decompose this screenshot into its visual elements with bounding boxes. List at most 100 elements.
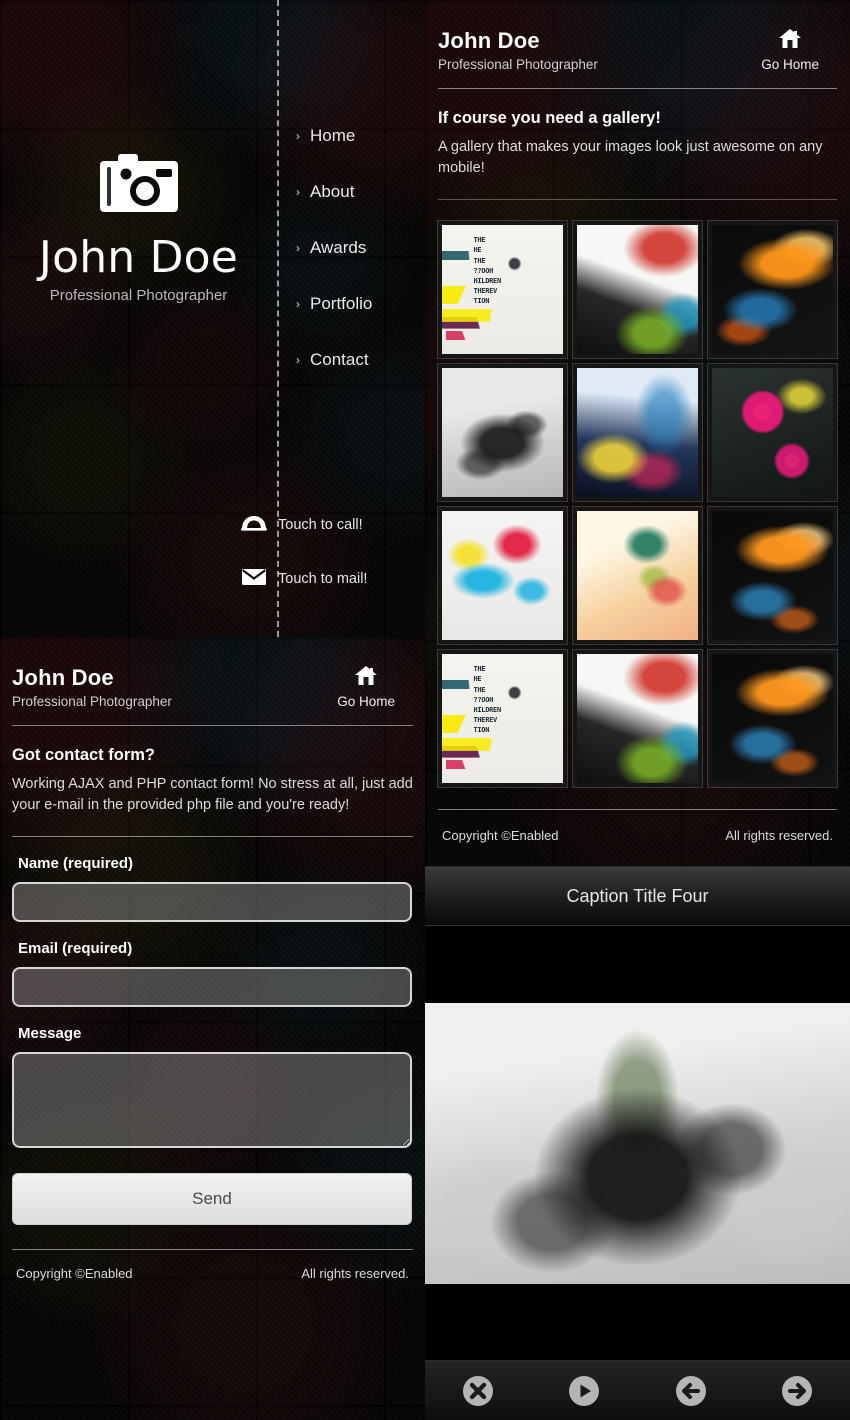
lightbox-image-content — [425, 1003, 850, 1284]
header-divider — [12, 725, 413, 726]
thumbnail-image — [712, 368, 833, 498]
gallery-panel-identity: John Doe Professional Photographer — [438, 28, 598, 72]
send-button[interactable]: Send — [12, 1173, 412, 1226]
gallery-thumbnail[interactable] — [707, 220, 838, 360]
sidebar-item-about[interactable]: › About — [296, 164, 425, 220]
rights-text: All rights reserved. — [301, 1266, 409, 1282]
rights-text: All rights reserved. — [725, 828, 833, 844]
page-title: John Doe — [12, 665, 114, 690]
mail-icon — [230, 568, 278, 591]
contact-section-title: Got contact form? — [12, 746, 155, 764]
nav-item-label: About — [310, 182, 355, 201]
previous-button[interactable] — [674, 1374, 708, 1408]
message-field-label: Message — [18, 1025, 82, 1043]
chevron-right-icon: › — [296, 129, 300, 143]
gallery-thumbnail[interactable] — [707, 649, 838, 789]
gallery-thumbnail[interactable] — [707, 363, 838, 503]
contact-section-body: Working AJAX and PHP contact form! No st… — [12, 776, 413, 814]
arrow-right-icon — [781, 1375, 812, 1406]
email-input[interactable] — [12, 967, 412, 1008]
gallery-panel-header: John Doe Professional Photographer Go Ho… — [438, 0, 837, 72]
right-column: John Doe Professional Photographer Go Ho… — [425, 0, 850, 1420]
thumbnail-image — [442, 654, 563, 784]
home-icon — [354, 666, 378, 691]
gallery-section-body: A gallery that makes your images look ju… — [438, 139, 823, 177]
camera-icon — [0, 152, 277, 219]
message-textarea[interactable] — [12, 1052, 412, 1149]
play-button[interactable] — [567, 1374, 601, 1408]
chevron-right-icon: › — [296, 241, 300, 255]
home-icon — [778, 29, 802, 54]
touch-to-mail-row[interactable]: Touch to mail! — [230, 552, 367, 606]
thumbnail-image — [712, 511, 833, 641]
thumbnail-image — [712, 225, 833, 355]
gallery-thumbnail[interactable] — [707, 506, 838, 646]
header-divider — [438, 88, 837, 89]
touch-actions: Touch to call! Touch to mail! — [230, 498, 367, 606]
lightbox-controls — [425, 1360, 850, 1420]
touch-to-mail-label: Touch to mail! — [278, 571, 368, 587]
lightbox-gap — [425, 1290, 850, 1360]
main-navigation: › Home › About › Awards › Portfolio › Co… — [296, 108, 425, 388]
hero-panel: John Doe Professional Photographer › Hom… — [0, 0, 425, 637]
nav-item-label: Contact — [310, 350, 369, 369]
next-button[interactable] — [780, 1374, 814, 1408]
sidebar-item-portfolio[interactable]: › Portfolio — [296, 276, 425, 332]
name-input[interactable] — [12, 882, 412, 923]
thumbnail-image — [577, 511, 698, 641]
lightbox-image[interactable] — [425, 997, 850, 1290]
thumbnail-image — [442, 225, 563, 355]
contact-panel-identity: John Doe Professional Photographer — [12, 665, 172, 709]
sidebar-item-contact[interactable]: › Contact — [296, 332, 425, 388]
gallery-thumbnail[interactable] — [437, 363, 568, 503]
section-divider — [438, 199, 837, 201]
go-home-button[interactable]: Go Home — [761, 28, 837, 72]
play-icon — [569, 1375, 600, 1406]
thumbnail-image — [442, 511, 563, 641]
go-home-label: Go Home — [337, 694, 395, 709]
thumbnail-grid — [437, 220, 838, 789]
close-icon — [463, 1375, 494, 1406]
name-field-label: Name (required) — [18, 855, 134, 873]
send-button-label: Send — [192, 1189, 232, 1209]
nav-item-label: Awards — [310, 238, 367, 257]
lightbox-spacer — [425, 926, 850, 997]
contact-panel-header: John Doe Professional Photographer Go Ho… — [12, 637, 413, 709]
gallery-thumbnail[interactable] — [572, 220, 703, 360]
gallery-thumbnail[interactable] — [572, 363, 703, 503]
footer-divider — [12, 1249, 413, 1251]
touch-to-call-row[interactable]: Touch to call! — [230, 498, 367, 552]
gallery-thumbnail[interactable] — [437, 220, 568, 360]
thumbnail-image — [442, 368, 563, 498]
chevron-right-icon: › — [296, 297, 300, 311]
contact-panel: John Doe Professional Photographer Go Ho… — [0, 637, 425, 1420]
chevron-right-icon: › — [296, 185, 300, 199]
nav-item-label: Home — [310, 126, 356, 145]
lightbox-caption-text: Caption Title Four — [566, 885, 709, 906]
page-title: John Doe — [438, 28, 540, 53]
arrow-left-icon — [675, 1375, 706, 1406]
page-root: John Doe Professional Photographer › Hom… — [0, 0, 850, 1420]
close-button[interactable] — [461, 1374, 495, 1408]
gallery-thumbnail[interactable] — [572, 506, 703, 646]
left-column: John Doe Professional Photographer › Hom… — [0, 0, 425, 1420]
gallery-thumbnail[interactable] — [437, 649, 568, 789]
gallery-thumbnail[interactable] — [572, 649, 703, 789]
thumbnail-image — [577, 654, 698, 784]
brand-name: John Doe — [38, 232, 239, 283]
gallery-thumbnail[interactable] — [437, 506, 568, 646]
copyright-text: Copyright ©Enabled — [16, 1266, 133, 1282]
brand-block: John Doe Professional Photographer — [0, 152, 277, 304]
thumbnail-image — [712, 654, 833, 784]
email-field-label: Email (required) — [18, 940, 133, 958]
lightbox-caption-bar: Caption Title Four — [425, 866, 850, 926]
section-divider — [12, 836, 413, 838]
go-home-label: Go Home — [761, 57, 819, 72]
sidebar-item-awards[interactable]: › Awards — [296, 220, 425, 276]
sidebar-item-home[interactable]: › Home — [296, 108, 425, 164]
gallery-section-title: If course you need a gallery! — [438, 109, 661, 127]
thumbnail-image — [577, 368, 698, 498]
go-home-button[interactable]: Go Home — [337, 665, 413, 709]
touch-to-call-label: Touch to call! — [278, 517, 363, 533]
phone-icon — [230, 515, 278, 536]
